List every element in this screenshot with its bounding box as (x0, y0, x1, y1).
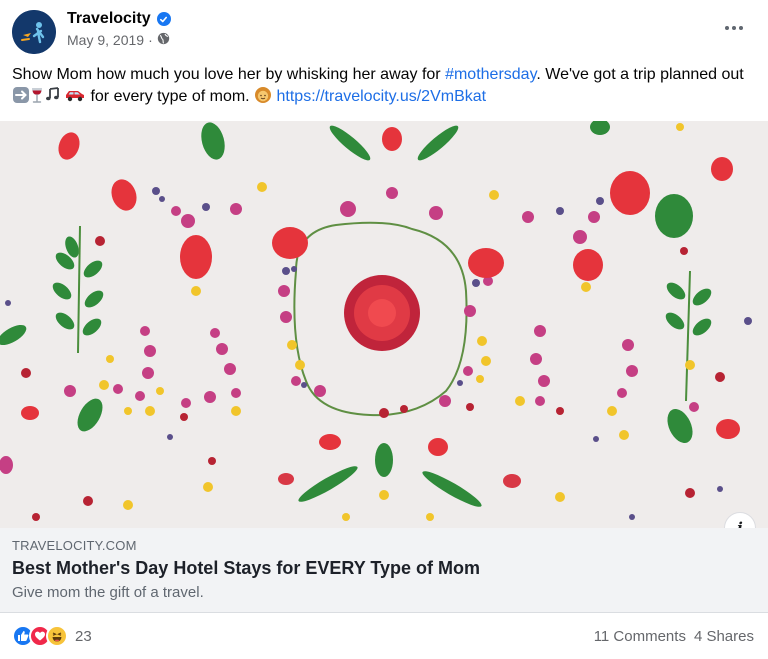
page-name[interactable]: Travelocity (67, 10, 151, 28)
link-description: Give mom the gift of a travel. (12, 584, 204, 601)
more-dot-icon (739, 26, 743, 30)
verified-badge-icon (156, 12, 171, 26)
post-text-middle: . We've got a trip planned out (536, 66, 744, 83)
more-dot-icon (725, 26, 729, 30)
page-name-link[interactable]: Travelocity (67, 10, 171, 28)
haha-reaction-icon (46, 625, 68, 647)
travelocity-logo-icon (12, 10, 56, 54)
post-url-link[interactable]: https://travelocity.us/2VmBkat (277, 88, 487, 105)
link-title[interactable]: Best Mother's Day Hotel Stays for EVERY … (12, 558, 480, 579)
engagement-stats: 11 Comments 4 Shares (594, 628, 754, 645)
wine-glass-emoji-icon (30, 86, 44, 111)
globe-icon[interactable] (157, 32, 170, 48)
arrow-right-emoji-icon (12, 86, 30, 111)
shares-count[interactable]: 4 Shares (694, 628, 754, 645)
post-footer: 23 11 Comments 4 Shares (0, 614, 768, 659)
post-date[interactable]: May 9, 2019 (67, 32, 144, 48)
post-header: Travelocity May 9, 2019 · (0, 0, 768, 60)
post-image[interactable] (0, 121, 768, 528)
comments-count[interactable]: 11 Comments (594, 628, 686, 645)
post-text: Show Mom how much you love her by whiski… (12, 64, 760, 111)
post-text-end: for every type of mom. (86, 88, 255, 105)
center-flower-cluster (344, 275, 420, 351)
mom-flower-arrangement-image (0, 121, 768, 528)
hashtag-link[interactable]: #mothersday (445, 66, 536, 83)
link-preview-card[interactable]: TRAVELOCITY.COM Best Mother's Day Hotel … (0, 528, 768, 613)
more-dot-icon (732, 26, 736, 30)
link-domain: TRAVELOCITY.COM (12, 538, 137, 553)
reactions-summary[interactable]: 23 (12, 625, 92, 647)
post-meta: May 9, 2019 · (67, 32, 170, 48)
car-emoji-icon (64, 86, 86, 111)
meta-separator: · (148, 32, 153, 48)
reaction-count[interactable]: 23 (75, 628, 92, 645)
woman-emoji-icon (254, 86, 272, 111)
page-avatar[interactable] (12, 10, 56, 54)
post-text-start: Show Mom how much you love her by whiski… (12, 66, 446, 83)
music-notes-emoji-icon (44, 86, 64, 111)
more-options-button[interactable] (720, 18, 748, 38)
